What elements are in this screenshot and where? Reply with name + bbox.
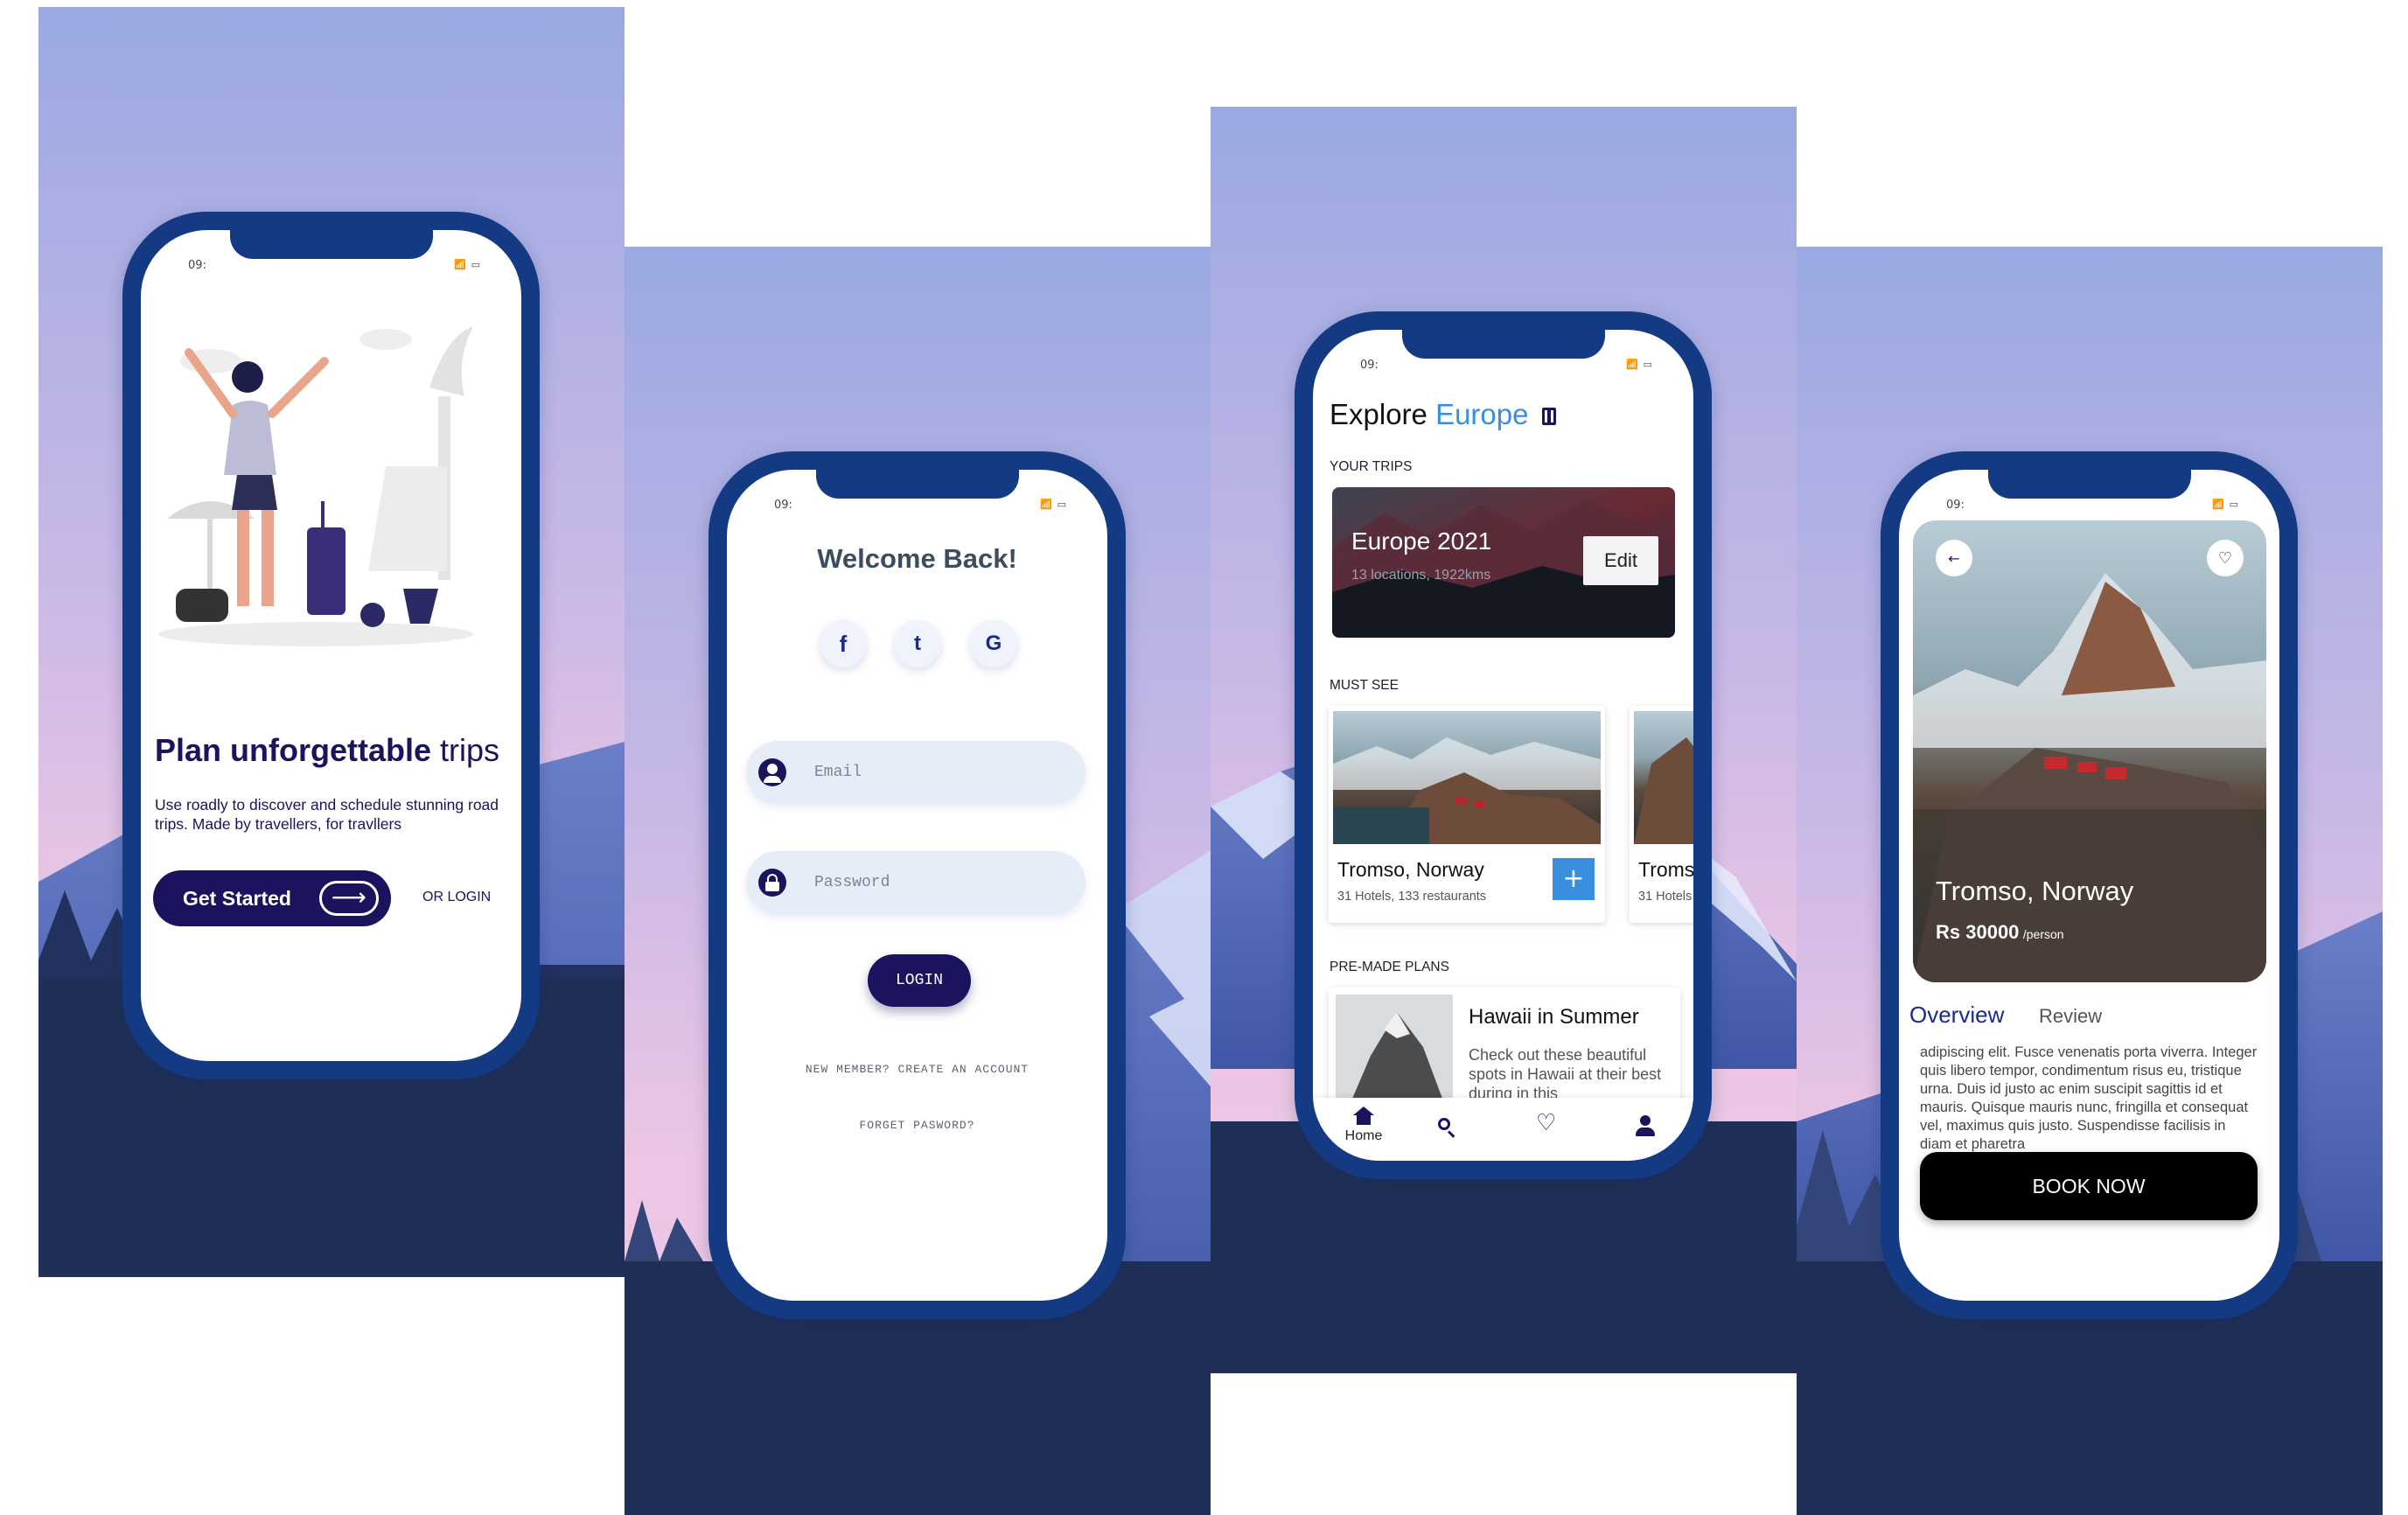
must-see-name: Tromso — [1638, 858, 1693, 881]
price: Rs 30000 /person — [1936, 921, 2064, 944]
phone-frame: 09: 📶 ▭ Plan unforgettable trips Use roa… — [122, 212, 540, 1079]
heart-icon: ♡ — [1536, 1110, 1557, 1136]
status-icons: 📶 ▭ — [1626, 359, 1653, 370]
login-screen: 09: 📶 ▭ Welcome Back! f t G Email Passwo… — [727, 470, 1107, 1301]
google-icon: G — [985, 632, 1002, 655]
tab-review[interactable]: Review — [2039, 1005, 2102, 1028]
plan-description: Check out these beautiful spots in Hawai… — [1469, 1046, 1662, 1102]
phone-notch — [1987, 464, 2191, 499]
must-see-card[interactable]: Tromso, Norway 31 Hotels, 133 restaurant… — [1329, 706, 1605, 923]
password-placeholder: Password — [814, 874, 890, 891]
favorite-button[interactable]: ♡ — [2207, 540, 2244, 576]
twitter-button[interactable]: t — [894, 620, 941, 667]
trip-name: Europe 2021 — [1351, 527, 1492, 555]
must-see-heading: MUST SEE — [1330, 678, 1399, 693]
explore-title-accent: Europe — [1435, 398, 1529, 430]
map-icon — [1541, 408, 1556, 426]
arrow-left-icon: ← — [1948, 549, 1960, 567]
google-button[interactable]: G — [970, 620, 1017, 667]
your-trips-heading: YOUR TRIPS — [1330, 459, 1413, 474]
bottom-nav: Home ♡ — [1313, 1098, 1693, 1161]
headline: Plan unforgettable trips — [155, 732, 499, 769]
tab-overview[interactable]: Overview — [1909, 1002, 2004, 1029]
edit-trip-button[interactable]: Edit — [1583, 536, 1658, 585]
email-placeholder: Email — [814, 764, 862, 781]
explore-screen: 09: 📶 ▭ Explore Europe YOUR TRIPS Europe… — [1313, 330, 1693, 1161]
traveler-illustration — [158, 326, 473, 646]
status-icons: 📶 ▭ — [454, 259, 481, 270]
user-icon — [758, 758, 786, 786]
pre-made-plans-heading: PRE-MADE PLANS — [1330, 960, 1449, 974]
phone-notch — [1401, 324, 1605, 359]
must-see-meta: 31 Hotels — [1638, 890, 1693, 904]
nav-home[interactable]: Home — [1337, 1107, 1390, 1144]
welcome-title: Welcome Back! — [817, 543, 1017, 574]
book-now-button[interactable]: BOOK NOW — [1920, 1152, 2258, 1220]
must-see-card[interactable]: Tromso 31 Hotels — [1630, 706, 1693, 923]
must-see-image — [1333, 711, 1601, 844]
or-login-link[interactable]: OR LOGIN — [422, 890, 491, 905]
phone-frame: 09: 📶 ▭ ← ♡ Tromso, Norway Rs 30000 /per… — [1881, 451, 2298, 1319]
get-started-button[interactable]: Get Started ⟶ — [153, 870, 391, 926]
must-see-name: Tromso, Norway — [1337, 858, 1484, 881]
password-field[interactable]: Password — [746, 851, 1085, 914]
search-icon — [1438, 1118, 1450, 1130]
description-text: Use roadly to discover and schedule stun… — [155, 796, 499, 833]
explore-title-main: Explore — [1330, 398, 1427, 430]
headline-bold: Plan unforgettable — [155, 732, 432, 768]
plus-icon: + — [1562, 863, 1585, 894]
phone-notch — [815, 464, 1019, 499]
back-button[interactable]: ← — [1936, 540, 1972, 576]
phone-frame: 09: 📶 ▭ Explore Europe YOUR TRIPS Europe… — [1295, 311, 1712, 1179]
nav-profile[interactable] — [1633, 1115, 1659, 1141]
must-see-meta: 31 Hotels, 133 restaurants — [1337, 890, 1487, 904]
profile-icon — [1640, 1115, 1651, 1126]
home-icon — [1353, 1107, 1374, 1115]
status-icons: 📶 ▭ — [1040, 499, 1067, 510]
plan-title: Hawaii in Summer — [1469, 1005, 1639, 1029]
overview-text: adipiscing elit. Fusce venenatis porta v… — [1920, 1044, 2258, 1152]
trip-card[interactable]: Europe 2021 13 locations, 1922kms Edit — [1332, 487, 1675, 638]
hero-image-card: ← ♡ Tromso, Norway Rs 30000 /person — [1913, 520, 2266, 982]
login-button[interactable]: LOGIN — [868, 954, 971, 1007]
get-started-label: Get Started — [183, 886, 291, 910]
onboarding-screen: 09: 📶 ▭ Plan unforgettable trips Use roa… — [141, 230, 521, 1061]
trip-meta: 13 locations, 1922kms — [1351, 568, 1491, 583]
hero-image — [1913, 520, 2266, 982]
book-now-label: BOOK NOW — [2032, 1174, 2146, 1197]
twitter-icon: t — [914, 632, 921, 655]
status-time: 09: — [1360, 359, 1378, 372]
nav-favorites[interactable]: ♡ — [1536, 1112, 1562, 1138]
status-icons: 📶 ▭ — [2212, 499, 2239, 510]
phone-notch — [229, 224, 433, 259]
facebook-button[interactable]: f — [820, 620, 867, 667]
place-name: Tromso, Norway — [1936, 876, 2134, 906]
panel-onboarding: 09: 📶 ▭ Plan unforgettable trips Use roa… — [38, 7, 625, 1277]
email-field[interactable]: Email — [746, 741, 1085, 804]
phone-frame: 09: 📶 ▭ Welcome Back! f t G Email Passwo… — [708, 451, 1126, 1319]
panel-detail: 09: 📶 ▭ ← ♡ Tromso, Norway Rs 30000 /per… — [1797, 247, 2383, 1515]
status-time: 09: — [1946, 499, 1965, 512]
facebook-icon: f — [839, 630, 848, 657]
add-to-trip-button[interactable]: + — [1553, 858, 1595, 900]
panel-explore: 09: 📶 ▭ Explore Europe YOUR TRIPS Europe… — [1211, 107, 1797, 1373]
lock-icon — [758, 869, 786, 897]
login-label: LOGIN — [895, 972, 943, 989]
status-time: 09: — [188, 259, 206, 272]
detail-screen: 09: 📶 ▭ ← ♡ Tromso, Norway Rs 30000 /per… — [1899, 470, 2279, 1301]
panel-login: 09: 📶 ▭ Welcome Back! f t G Email Passwo… — [625, 247, 1211, 1515]
home-label: Home — [1344, 1128, 1383, 1143]
nav-search[interactable] — [1435, 1115, 1462, 1141]
price-value: Rs 30000 — [1936, 921, 2020, 943]
arrow-right-icon: ⟶ — [319, 881, 379, 916]
heart-icon: ♡ — [2217, 548, 2233, 568]
edit-label: Edit — [1604, 549, 1637, 571]
explore-title: Explore Europe — [1330, 398, 1556, 431]
price-unit: /person — [2022, 927, 2064, 941]
headline-light: trips — [440, 732, 500, 768]
create-account-link[interactable]: NEW MEMBER? CREATE AN ACCOUNT — [727, 1063, 1107, 1076]
status-time: 09: — [774, 499, 792, 512]
must-see-image — [1634, 711, 1693, 844]
forgot-password-link[interactable]: FORGET PASWORD? — [727, 1119, 1107, 1132]
